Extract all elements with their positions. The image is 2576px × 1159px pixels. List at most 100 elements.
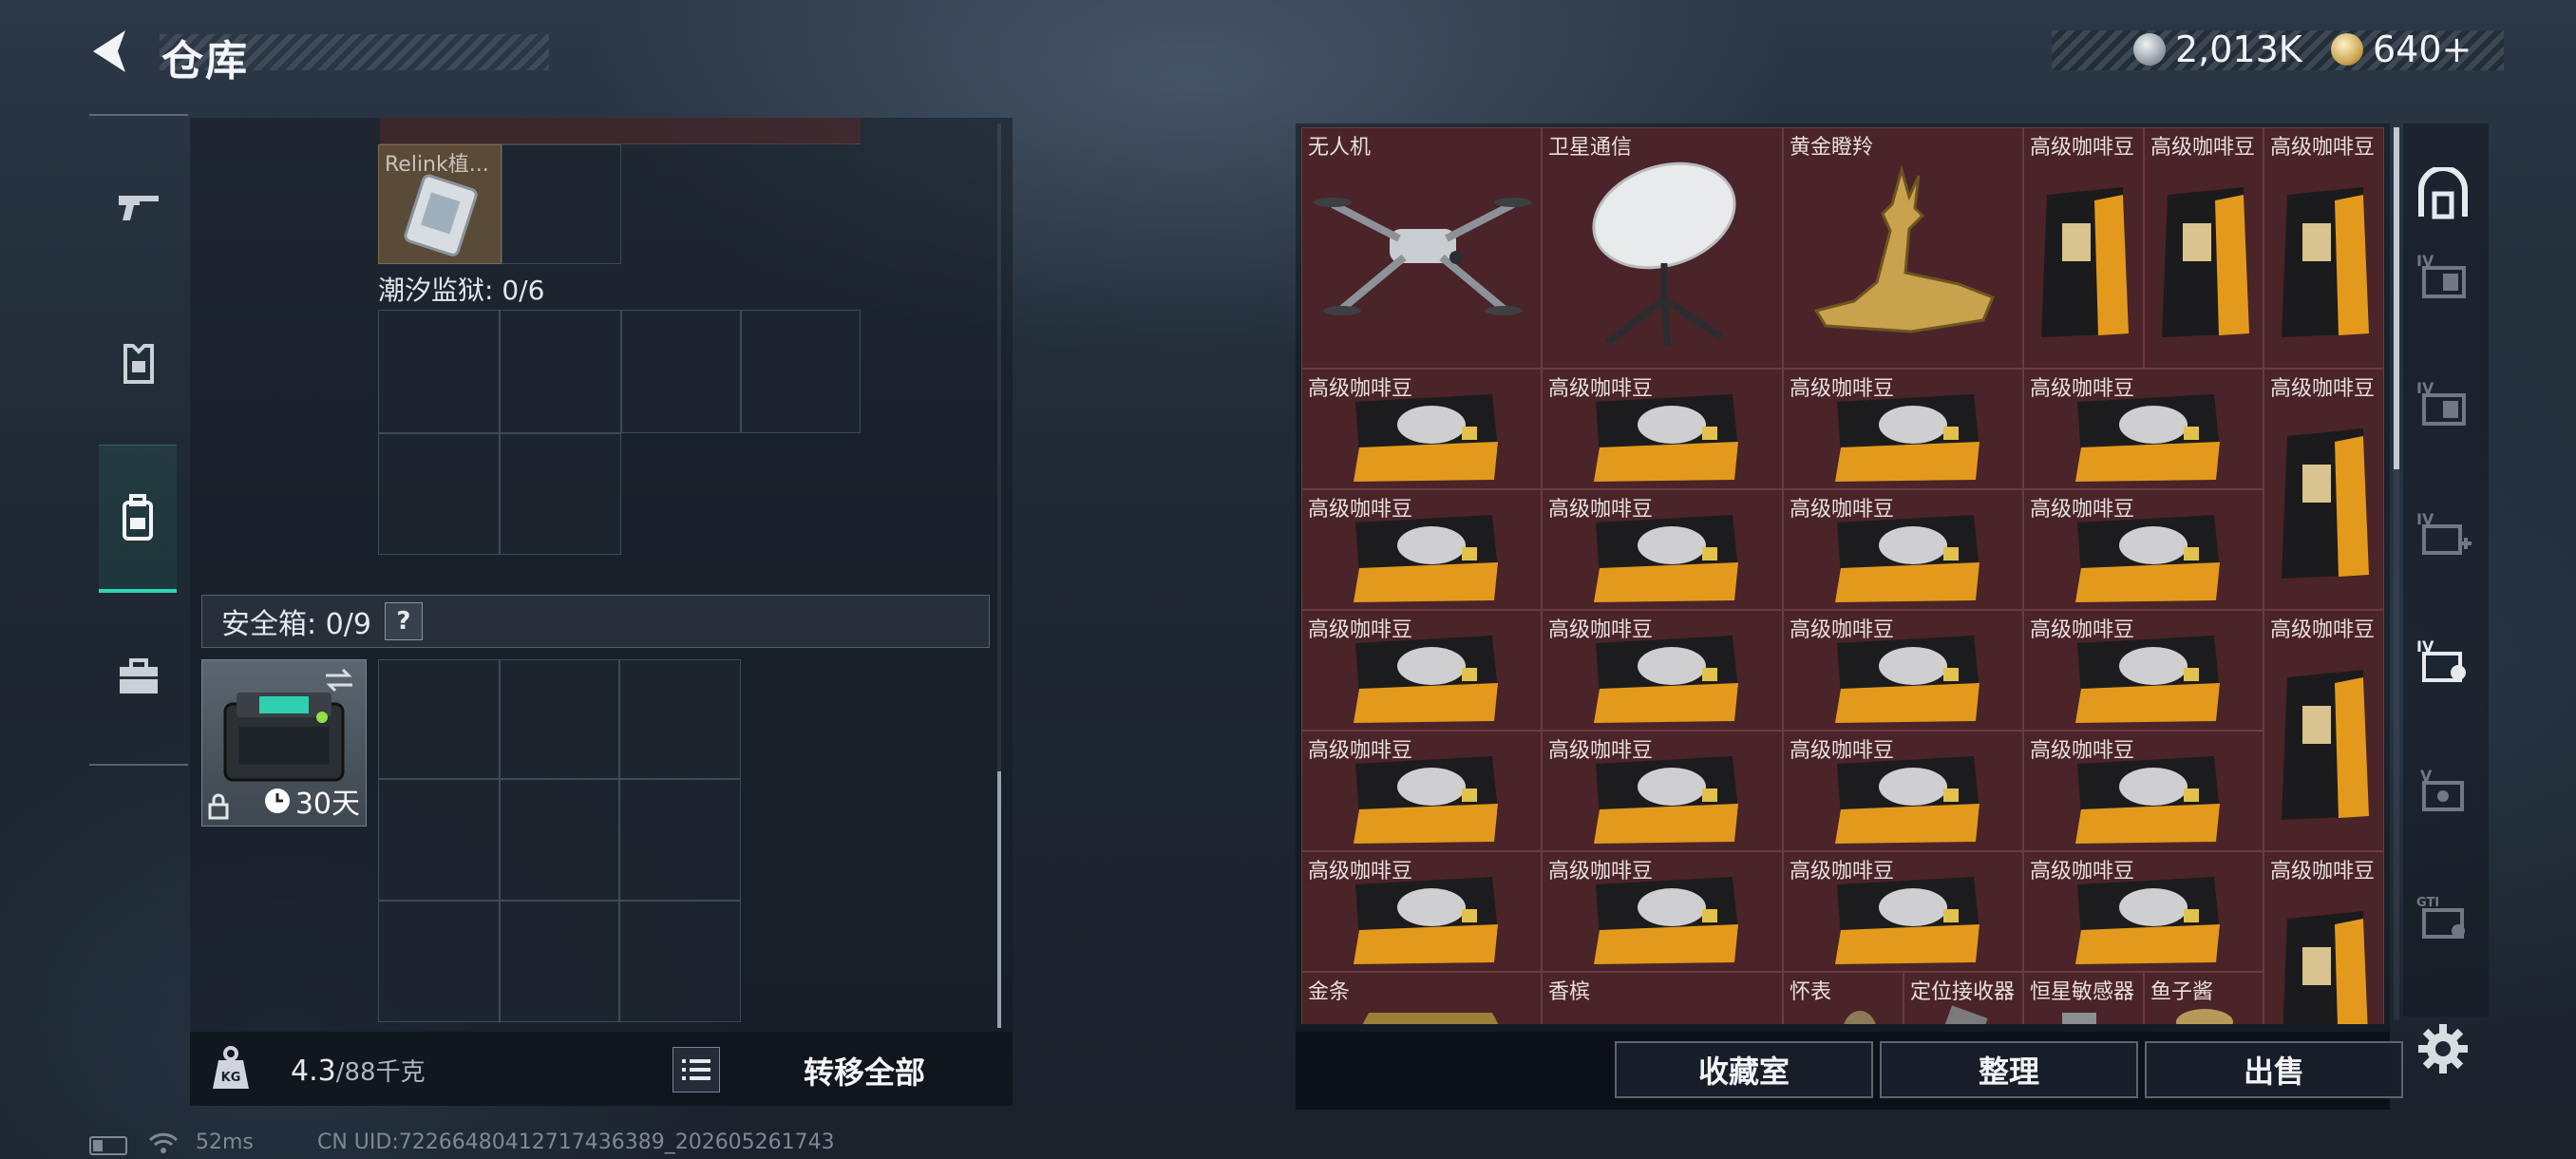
- currency-gold[interactable]: 640+: [2331, 28, 2472, 70]
- rail-tab-case[interactable]: [101, 629, 177, 724]
- stash-item-pocket-watch[interactable]: 怀表: [1783, 972, 1904, 1024]
- stash-grid: 无人机 卫星通信 黄金瞪羚 高级咖啡豆 高级咖啡豆 高级咖啡豆 高级咖啡豆 高级…: [1301, 127, 2384, 1024]
- grid-cell[interactable]: [378, 779, 500, 901]
- stash-item-coffee[interactable]: 高级咖啡豆: [1542, 851, 1783, 972]
- collection-room-button[interactable]: 收藏室: [1615, 1041, 1873, 1098]
- stash-item-coffee[interactable]: 高级咖啡豆: [2023, 489, 2263, 610]
- svg-text:KG: KG: [221, 1071, 241, 1085]
- safe-box-card[interactable]: 30天: [201, 659, 367, 826]
- stash-tab-iv-3[interactable]: IV: [2413, 504, 2473, 564]
- stash-tab-iv-2[interactable]: IV: [2413, 372, 2473, 433]
- stash-item-golden-gazelle[interactable]: 黄金瞪羚: [1783, 127, 2023, 369]
- back-button[interactable]: [84, 25, 137, 78]
- stash-item-coffee[interactable]: 高级咖啡豆: [1301, 369, 1542, 489]
- stash-tab-gti[interactable]: GTI: [2413, 887, 2473, 948]
- grid-cell[interactable]: [500, 659, 619, 779]
- stash-item-coffee[interactable]: 高级咖啡豆: [1542, 489, 1783, 610]
- grid-cell[interactable]: [619, 659, 741, 779]
- coffee-bag-flat-icon: [2075, 877, 2220, 964]
- item-label: 定位接收器: [1910, 980, 2016, 1004]
- inventory-scroll-thumb[interactable]: [997, 771, 1001, 1028]
- grid-cell[interactable]: [378, 659, 500, 779]
- grid-cell[interactable]: [378, 310, 500, 433]
- stash-item-coffee[interactable]: 高级咖啡豆: [2023, 127, 2144, 369]
- stash-item-coffee[interactable]: 高级咖啡豆: [2263, 127, 2384, 369]
- item-label: 黄金瞪羚: [1790, 136, 1874, 160]
- stash-item-caviar[interactable]: 鱼子酱: [2144, 972, 2263, 1024]
- sell-button[interactable]: 出售: [2145, 1041, 2403, 1098]
- stash-item-champagne[interactable]: 香槟: [1542, 972, 1783, 1024]
- stash-item-coffee[interactable]: 高级咖啡豆: [1783, 851, 2023, 972]
- stash-tab-v[interactable]: V: [2413, 760, 2473, 821]
- stash-item-coffee[interactable]: 高级咖啡豆: [2023, 610, 2263, 731]
- grid-cell[interactable]: [500, 310, 621, 433]
- item-label: 高级咖啡豆: [1548, 377, 1654, 401]
- rail-tab-weapons[interactable]: [101, 160, 177, 255]
- rail-tab-armor[interactable]: [101, 315, 177, 410]
- stash-item-coffee[interactable]: 高级咖啡豆: [2263, 369, 2384, 610]
- grid-cell[interactable]: [741, 310, 861, 433]
- stash-item-star-sensor[interactable]: 恒星敏感器: [2023, 972, 2144, 1024]
- category-rail: [89, 114, 188, 766]
- grid-cell[interactable]: [378, 901, 500, 1022]
- item-label: 高级咖啡豆: [1548, 739, 1654, 763]
- stash-item-coffee[interactable]: 高级咖啡豆: [2144, 127, 2263, 369]
- stash-item-coffee[interactable]: 高级咖啡豆: [1301, 610, 1542, 731]
- settings-button[interactable]: [2416, 1022, 2470, 1075]
- grid-cell[interactable]: [500, 901, 619, 1022]
- stash-item-coffee[interactable]: 高级咖啡豆: [2023, 851, 2263, 972]
- rail-tab-backpack[interactable]: [99, 445, 177, 593]
- stash-item-locator-receiver[interactable]: 定位接收器: [1904, 972, 2023, 1024]
- stash-item-coffee[interactable]: 高级咖啡豆: [1542, 610, 1783, 731]
- grid-cell[interactable]: [500, 779, 619, 901]
- stash-item-coffee[interactable]: 高级咖啡豆: [1542, 369, 1783, 489]
- stash-item-coffee[interactable]: 高级咖啡豆: [1783, 610, 2023, 731]
- stash-tab-iv-1[interactable]: IV: [2413, 245, 2473, 306]
- organize-button[interactable]: 整理: [1880, 1041, 2138, 1098]
- item-label: 高级咖啡豆: [1548, 498, 1654, 522]
- stash-item-coffee[interactable]: 高级咖啡豆: [1301, 731, 1542, 851]
- safe-box-header: 安全箱: 0/9 ?: [201, 595, 990, 648]
- top-container-strip: [380, 118, 861, 144]
- backpack-icon: [123, 493, 153, 541]
- coffee-bag-flat-icon: [1835, 394, 1979, 482]
- stash-item-coffee[interactable]: 高级咖啡豆: [2023, 369, 2263, 489]
- grid-cell[interactable]: [619, 901, 741, 1022]
- stash-tab-main[interactable]: [2413, 163, 2473, 224]
- stash-item-drone[interactable]: 无人机: [1301, 127, 1542, 369]
- stash-item-satellite[interactable]: 卫星通信: [1542, 127, 1783, 369]
- stash-item-coffee[interactable]: 高级咖啡豆: [1783, 731, 2023, 851]
- coffee-bag-tall-icon: [2041, 187, 2129, 337]
- relink-item-slot[interactable]: Relink植...: [378, 144, 502, 264]
- currency-silver[interactable]: 2,013K: [2133, 28, 2302, 70]
- grid-cell[interactable]: [502, 144, 621, 264]
- item-label: 高级咖啡豆: [2030, 498, 2135, 522]
- stash-item-coffee[interactable]: 高级咖啡豆: [2023, 731, 2263, 851]
- stash-item-coffee[interactable]: 高级咖啡豆: [1301, 489, 1542, 610]
- grid-cell[interactable]: [500, 433, 621, 555]
- briefcase-icon: [120, 658, 158, 694]
- stash-item-coffee[interactable]: 高级咖啡豆: [1783, 489, 2023, 610]
- grid-cell[interactable]: [378, 433, 500, 555]
- lock-icon: [208, 793, 229, 820]
- stash-tab-iv-4[interactable]: IV: [2413, 631, 2473, 692]
- grid-cell[interactable]: [619, 779, 741, 901]
- safe-box-help-button[interactable]: ?: [384, 602, 423, 640]
- stash-item-coffee[interactable]: 高级咖啡豆: [1783, 369, 2023, 489]
- stash-item-gold-bar[interactable]: 金条: [1301, 972, 1542, 1024]
- weight-readout: 4.3/88千克: [291, 1053, 426, 1088]
- stash-item-coffee[interactable]: 高级咖啡豆: [1301, 851, 1542, 972]
- stash-scroll-thumb[interactable]: [2394, 127, 2399, 469]
- coffee-bag-flat-icon: [1354, 394, 1498, 482]
- stash-item-coffee[interactable]: 高级咖啡豆: [2263, 610, 2384, 851]
- grid-cell[interactable]: [621, 310, 741, 433]
- armor-vest-icon: [123, 344, 154, 384]
- stash-item-coffee[interactable]: 高级咖啡豆: [1542, 731, 1783, 851]
- safe-box-timer-text: 30天: [294, 788, 360, 821]
- transfer-all-button[interactable]: 转移全部: [731, 1037, 997, 1104]
- stash-item-coffee[interactable]: 高级咖啡豆: [2263, 851, 2384, 1024]
- coffee-bag-flat-icon: [1594, 394, 1738, 482]
- item-label: 高级咖啡豆: [1308, 377, 1413, 401]
- list-view-button[interactable]: [672, 1047, 720, 1092]
- satellite-dish-icon: [1592, 162, 1736, 348]
